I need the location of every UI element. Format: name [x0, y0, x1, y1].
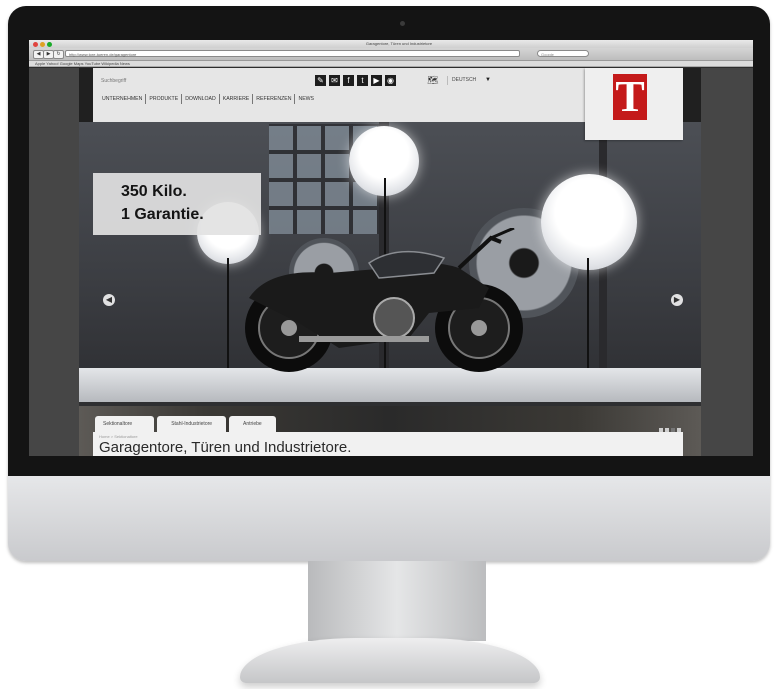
- hero-headline-card: 350 Kilo. 1 Garantie.: [93, 173, 261, 235]
- content-panel: Home > Sektionaltore Garagentore, Türen …: [93, 432, 683, 456]
- url-input[interactable]: http://www.tore-tueren.de/garagentore: [65, 50, 520, 57]
- nav-item-produkte[interactable]: Produkte: [146, 94, 183, 104]
- facebook-icon[interactable]: f: [343, 75, 354, 86]
- logo-letter: T: [615, 72, 645, 121]
- hero-headline-line1: 350 Kilo.: [121, 183, 187, 200]
- youtube-icon[interactable]: ▶: [371, 75, 382, 86]
- pen-icon[interactable]: ✎: [315, 75, 326, 86]
- nav-item-download[interactable]: Download: [182, 94, 220, 104]
- language-value: DEUTSCH: [452, 77, 477, 83]
- monitor-chin: [8, 476, 770, 561]
- screen: Garagentore, Türen und Industrietore ◀ ▶…: [29, 40, 753, 456]
- nav-item-referenzen[interactable]: Referenzen: [253, 94, 296, 104]
- nav-item-news[interactable]: News: [295, 94, 317, 104]
- page-title: Garagentore, Türen und Industrietore.: [99, 439, 352, 456]
- reload-icon[interactable]: ↻: [53, 50, 64, 59]
- world-map-icon[interactable]: 🗺: [427, 75, 438, 86]
- company-logo: T: [613, 74, 647, 120]
- nav-item-karriere[interactable]: Karriere: [220, 94, 254, 104]
- motorcycle-image: [245, 228, 523, 372]
- nav-item-unternehmen[interactable]: Unternehmen: [99, 94, 147, 104]
- product-tabs: Sektionaltore Stahl-Industrietore Antrie…: [95, 416, 276, 432]
- browser-toolbar: ◀ ▶ ↻ http://www.tore-tueren.de/garagent…: [29, 48, 753, 61]
- main-nav: Unternehmen Produkte Download Karriere R…: [99, 94, 317, 104]
- close-window-icon[interactable]: [33, 42, 38, 47]
- minimize-window-icon[interactable]: [40, 42, 45, 47]
- window-title: Garagentore, Türen und Industrietore: [365, 41, 433, 46]
- mail-icon[interactable]: ✉: [329, 75, 340, 86]
- monitor-stand: [308, 561, 486, 641]
- zoom-window-icon[interactable]: [47, 42, 52, 47]
- tab-sektionaltore[interactable]: Sektionaltore: [95, 416, 155, 432]
- tab-antriebe[interactable]: Antriebe: [229, 416, 276, 432]
- website: 350 Kilo. 1 Garantie. ◀ ▶ Suchbegriff ✎ …: [79, 68, 701, 456]
- bookmarks-bar[interactable]: Apple Yahoo! Google Maps YouTube Wikiped…: [29, 61, 753, 67]
- slider-prev-button[interactable]: ◀: [103, 294, 115, 306]
- rss-icon[interactable]: ◉: [385, 75, 396, 86]
- browser-search-input[interactable]: Google: [537, 50, 589, 57]
- slider-next-button[interactable]: ▶: [671, 294, 683, 306]
- site-search-input[interactable]: Suchbegriff: [101, 78, 126, 84]
- light-stand: [587, 258, 589, 373]
- twitter-icon[interactable]: t: [357, 75, 368, 86]
- logo-card[interactable]: T: [585, 68, 683, 140]
- studio-light-umbrella: [541, 174, 637, 270]
- monitor-stand-base: [240, 638, 540, 683]
- camera-icon: [400, 21, 405, 26]
- language-select[interactable]: DEUTSCH ▼: [447, 76, 491, 85]
- chevron-down-icon: ▼: [485, 77, 491, 83]
- browser-viewport: 350 Kilo. 1 Garantie. ◀ ▶ Suchbegriff ✎ …: [29, 68, 753, 456]
- hero-headline-line2: 1 Garantie.: [121, 206, 204, 223]
- tab-stahl-industrietore[interactable]: Stahl-Industrietore: [157, 416, 227, 432]
- browser-titlebar: Garagentore, Türen und Industrietore: [29, 40, 753, 48]
